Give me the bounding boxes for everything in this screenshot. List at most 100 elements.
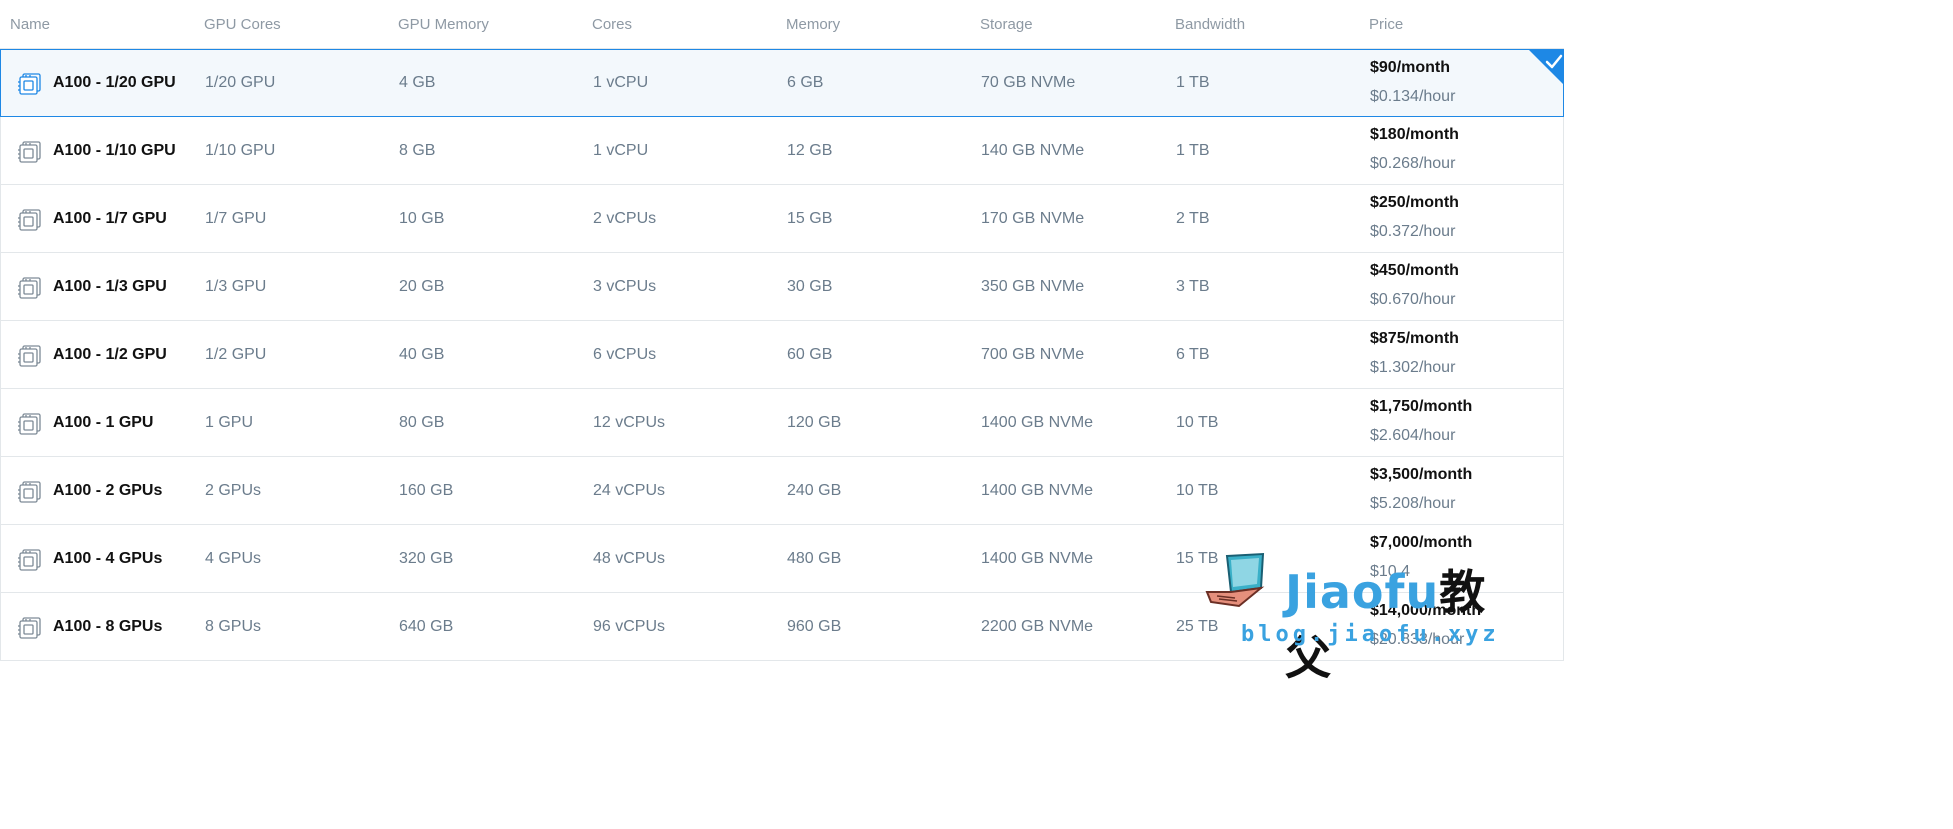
plan-gpu-memory: 20 GB bbox=[399, 277, 445, 295]
plan-row[interactable]: A100 - 2 GPUs 2 GPUs 160 GB 24 vCPUs 240… bbox=[0, 457, 1564, 525]
plan-row[interactable]: A100 - 1/7 GPU 1/7 GPU 10 GB 2 vCPUs 15 … bbox=[0, 185, 1564, 253]
plan-gpu-memory: 8 GB bbox=[399, 141, 436, 159]
plan-price-hour: $10.4 bbox=[1370, 563, 1411, 580]
plan-row[interactable]: A100 - 8 GPUs 8 GPUs 640 GB 96 vCPUs 960… bbox=[0, 593, 1564, 661]
plan-name-cell: A100 - 1/10 GPU bbox=[17, 138, 176, 164]
plan-price-month: $450/month bbox=[1370, 262, 1459, 279]
plan-price-month: $250/month bbox=[1370, 194, 1459, 211]
plan-name: A100 - 4 GPUs bbox=[53, 549, 163, 567]
plan-name-cell: A100 - 1/7 GPU bbox=[17, 206, 167, 232]
gpu-chip-icon bbox=[17, 274, 43, 300]
plan-memory: 60 GB bbox=[787, 345, 833, 363]
plan-gpu-cores: 4 GPUs bbox=[205, 549, 262, 567]
header-bandwidth: Bandwidth bbox=[1175, 15, 1246, 33]
plan-memory: 30 GB bbox=[787, 277, 833, 295]
plan-name: A100 - 2 GPUs bbox=[53, 481, 163, 499]
plan-row[interactable]: A100 - 1 GPU 1 GPU 80 GB 12 vCPUs 120 GB… bbox=[0, 389, 1564, 457]
plan-price-month: $90/month bbox=[1370, 59, 1451, 76]
plan-bandwidth: 3 TB bbox=[1176, 277, 1210, 295]
plan-gpu-memory: 640 GB bbox=[399, 617, 454, 635]
plan-memory: 12 GB bbox=[787, 141, 833, 159]
plan-row[interactable]: A100 - 1/10 GPU 1/10 GPU 8 GB 1 vCPU 12 … bbox=[0, 117, 1564, 185]
plan-price-month: $875/month bbox=[1370, 330, 1459, 347]
plan-gpu-memory: 320 GB bbox=[399, 549, 454, 567]
header-memory: Memory bbox=[786, 15, 841, 33]
plan-memory: 6 GB bbox=[787, 74, 824, 91]
plan-price: $875/month $1.302/hour bbox=[1370, 329, 1459, 378]
plan-row[interactable]: A100 - 1/3 GPU 1/3 GPU 20 GB 3 vCPUs 30 … bbox=[0, 253, 1564, 321]
plan-gpu-cores: 1/10 GPU bbox=[205, 141, 276, 159]
plan-price-hour: $0.268/hour bbox=[1370, 155, 1456, 172]
plan-name: A100 - 1/7 GPU bbox=[53, 209, 167, 227]
plan-price-month: $14,000/month bbox=[1370, 602, 1482, 619]
plan-cores: 1 vCPU bbox=[593, 74, 649, 91]
header-storage: Storage bbox=[980, 15, 1033, 33]
table-header: Name GPU Cores GPU Memory Cores Memory S… bbox=[0, 0, 1564, 49]
plan-gpu-cores: 1 GPU bbox=[205, 413, 254, 431]
table-body: A100 - 1/20 GPU 1/20 GPU 4 GB 1 vCPU 6 G… bbox=[0, 49, 1564, 661]
plan-gpu-memory: 40 GB bbox=[399, 345, 445, 363]
header-name: Name bbox=[10, 15, 51, 33]
plan-name-cell: A100 - 8 GPUs bbox=[17, 614, 162, 640]
plan-price: $14,000/month $20.833/hour bbox=[1370, 601, 1481, 650]
header-gpu-memory: GPU Memory bbox=[398, 15, 489, 33]
plan-bandwidth: 10 TB bbox=[1176, 413, 1219, 431]
plan-price-month: $180/month bbox=[1370, 126, 1459, 143]
plan-storage: 350 GB NVMe bbox=[981, 277, 1085, 295]
plan-name-cell: A100 - 1/3 GPU bbox=[17, 274, 167, 300]
plan-bandwidth: 1 TB bbox=[1176, 141, 1210, 159]
plan-price-hour: $2.604/hour bbox=[1370, 427, 1456, 444]
plan-memory: 480 GB bbox=[787, 549, 842, 567]
header-gpu-cores: GPU Cores bbox=[204, 15, 281, 33]
header-price: Price bbox=[1369, 15, 1404, 33]
plan-memory: 15 GB bbox=[787, 209, 833, 227]
plan-cores: 12 vCPUs bbox=[593, 413, 666, 431]
plan-storage: 1400 GB NVMe bbox=[981, 481, 1094, 499]
plan-price-hour: $20.833/hour bbox=[1370, 631, 1465, 648]
plan-name: A100 - 1 GPU bbox=[53, 413, 154, 431]
plan-bandwidth: 10 TB bbox=[1176, 481, 1219, 499]
plan-gpu-memory: 160 GB bbox=[399, 481, 454, 499]
plan-memory: 960 GB bbox=[787, 617, 842, 635]
gpu-chip-icon bbox=[17, 70, 43, 96]
gpu-chip-icon bbox=[17, 478, 43, 504]
plan-gpu-cores: 1/7 GPU bbox=[205, 209, 267, 227]
plan-storage: 1400 GB NVMe bbox=[981, 413, 1094, 431]
plan-row-selected[interactable]: A100 - 1/20 GPU 1/20 GPU 4 GB 1 vCPU 6 G… bbox=[0, 49, 1564, 117]
plan-storage: 2200 GB NVMe bbox=[981, 617, 1094, 635]
plan-price: $90/month $0.134/hour bbox=[1370, 58, 1455, 107]
plan-name: A100 - 1/10 GPU bbox=[53, 141, 176, 159]
plan-row[interactable]: A100 - 4 GPUs 4 GPUs 320 GB 48 vCPUs 480… bbox=[0, 525, 1564, 593]
plan-gpu-cores: 1/2 GPU bbox=[205, 345, 267, 363]
plan-cores: 2 vCPUs bbox=[593, 209, 657, 227]
plan-price-hour: $0.670/hour bbox=[1370, 291, 1456, 308]
plan-cores: 24 vCPUs bbox=[593, 481, 666, 499]
plan-name-cell: A100 - 4 GPUs bbox=[17, 546, 162, 572]
plan-gpu-cores: 8 GPUs bbox=[205, 617, 262, 635]
plan-gpu-memory: 10 GB bbox=[399, 209, 445, 227]
plan-memory: 240 GB bbox=[787, 481, 842, 499]
plan-name: A100 - 1/20 GPU bbox=[53, 74, 176, 91]
plan-price-hour: $0.372/hour bbox=[1370, 223, 1456, 240]
plan-price: $450/month $0.670/hour bbox=[1370, 261, 1459, 310]
plan-name: A100 - 8 GPUs bbox=[53, 617, 163, 635]
gpu-chip-icon bbox=[17, 410, 43, 436]
plan-gpu-cores: 2 GPUs bbox=[205, 481, 262, 499]
plans-table: Name GPU Cores GPU Memory Cores Memory S… bbox=[0, 0, 1564, 661]
header-cores: Cores bbox=[592, 15, 633, 33]
plan-name: A100 - 1/2 GPU bbox=[53, 345, 167, 363]
plan-price: $7,000/month $10.4 bbox=[1370, 533, 1472, 582]
plan-name-cell: A100 - 1 GPU bbox=[17, 410, 153, 436]
plan-gpu-memory: 4 GB bbox=[399, 74, 436, 91]
plan-price: $3,500/month $5.208/hour bbox=[1370, 465, 1472, 514]
plan-price-hour: $5.208/hour bbox=[1370, 495, 1456, 512]
gpu-chip-icon bbox=[17, 138, 43, 164]
plan-row[interactable]: A100 - 1/2 GPU 1/2 GPU 40 GB 6 vCPUs 60 … bbox=[0, 321, 1564, 389]
plan-bandwidth: 6 TB bbox=[1176, 345, 1210, 363]
plan-name-cell: A100 - 1/20 GPU bbox=[17, 70, 176, 96]
gpu-chip-icon bbox=[17, 614, 43, 640]
plan-price-month: $1,750/month bbox=[1370, 398, 1473, 415]
checkmark-icon bbox=[1528, 49, 1564, 85]
plan-storage: 140 GB NVMe bbox=[981, 141, 1085, 159]
plan-cores: 96 vCPUs bbox=[593, 617, 666, 635]
